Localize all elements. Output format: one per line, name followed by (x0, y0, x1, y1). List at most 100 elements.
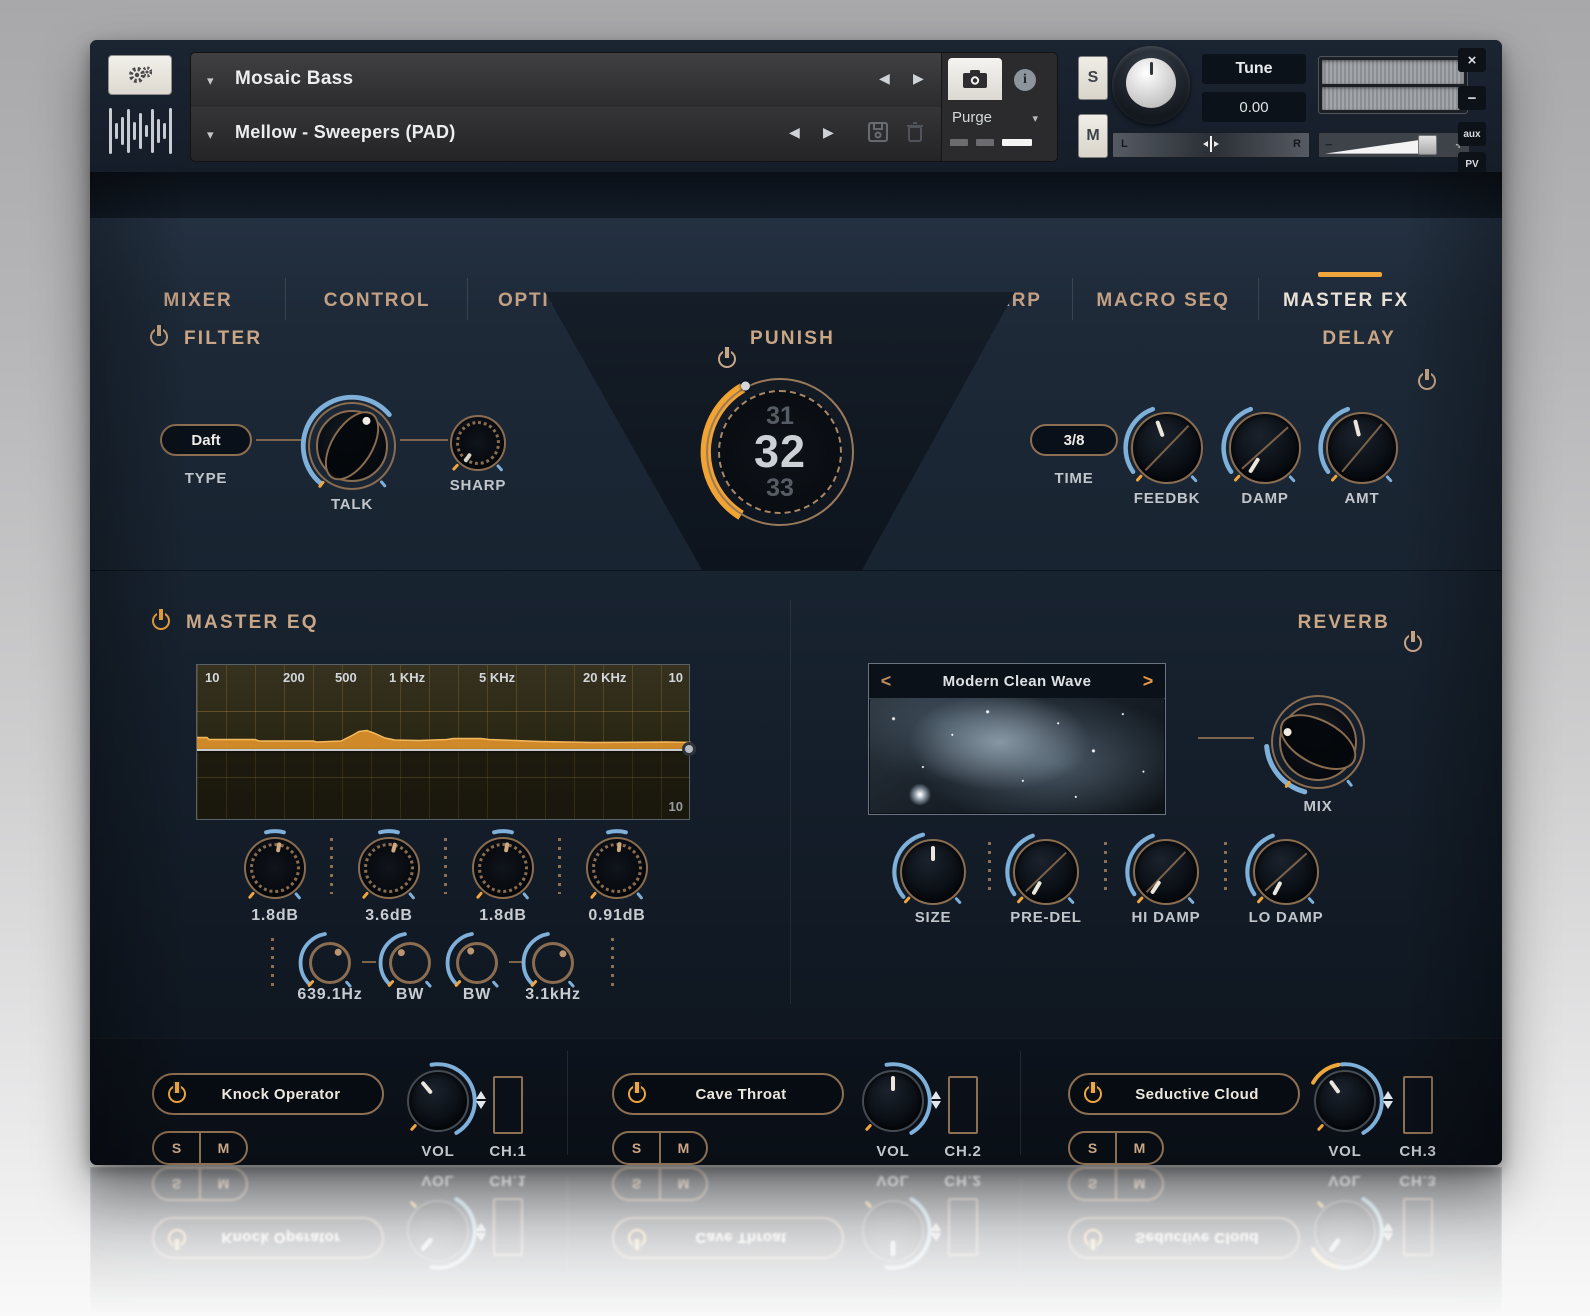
eq-graph[interactable]: 10 200 500 1 KHz 5 KHz 20 KHz 10 10 (196, 664, 696, 820)
channel3-enable-pill[interactable]: Seductive Cloud (1068, 1073, 1300, 1115)
pan-slider[interactable]: L R (1112, 132, 1310, 158)
reverb-mix-knob[interactable] (1263, 687, 1373, 797)
waveform-icon[interactable] (104, 102, 176, 160)
reverb-preset-box: < Modern Clean Wave > (868, 663, 1166, 815)
eq-gain1-knob[interactable] (236, 829, 314, 907)
eq-reverb-divider (790, 600, 791, 1004)
snapshot-camera-button[interactable] (948, 58, 1002, 100)
section-divider (90, 570, 1502, 571)
channel3-meter (1403, 1076, 1433, 1134)
delay-amt-knob[interactable] (1318, 404, 1406, 492)
channel3-mute-button[interactable]: M (1117, 1133, 1162, 1163)
eq-gain-handle[interactable] (682, 742, 696, 756)
channel3-name: Seductive Cloud (1135, 1085, 1259, 1103)
patch-prev-icon[interactable]: ◀ (789, 124, 800, 141)
volume-slider[interactable]: − + (1318, 132, 1470, 158)
channel2-mute-button[interactable]: M (661, 1133, 706, 1163)
eq-lower-shade (197, 751, 689, 819)
kontakt-header: ▾ Mosaic Bass ◀ ▶ ▾ Mellow - Sweepers (P… (90, 40, 1502, 176)
delay-damp-label: DAMP (1241, 490, 1289, 507)
options-gear-button[interactable] (108, 55, 172, 95)
volume-minus[interactable]: − (1325, 137, 1333, 152)
channel1-enable-pill[interactable]: Knock Operator (152, 1073, 384, 1115)
filter-type-selector[interactable]: Daft (160, 424, 252, 456)
bank-name[interactable]: Mosaic Bass (235, 68, 353, 90)
channel2-stepper[interactable] (931, 1089, 943, 1115)
pan-handle[interactable] (1203, 136, 1219, 152)
reverb-predelay-knob[interactable] (1005, 831, 1087, 913)
minimize-button[interactable]: − (1458, 86, 1486, 110)
eq-bw1-knob[interactable] (378, 931, 442, 995)
punish-knob[interactable]: 31 32 33 (700, 372, 860, 532)
eq-gain2-knob[interactable] (350, 829, 428, 907)
trash-icon[interactable] (905, 121, 925, 148)
channel2-solo-mute: SM (612, 1131, 708, 1165)
tune-value[interactable]: 0.00 (1202, 92, 1306, 122)
aux-button[interactable]: aux (1458, 122, 1486, 146)
reverb-power-button[interactable] (1402, 631, 1424, 654)
eq-gain3-knob[interactable] (464, 829, 542, 907)
dotted-separator (1104, 842, 1107, 896)
channel3-ch-label: CH.3 (1399, 1143, 1437, 1160)
reverb-hidamp-knob[interactable] (1125, 831, 1207, 913)
filter-talk-label: TALK (330, 496, 374, 513)
delay-feedback-knob[interactable] (1123, 404, 1211, 492)
delay-power-button[interactable] (1416, 369, 1438, 392)
preset-prev-button[interactable]: < (869, 671, 903, 692)
info-icon: i (1014, 69, 1036, 91)
channel3-solo-button[interactable]: S (1070, 1133, 1115, 1163)
channel2-volume-knob[interactable] (854, 1062, 932, 1140)
purge-menu[interactable]: Purge ▾ (952, 109, 1052, 126)
delay-time-selector[interactable]: 3/8 (1030, 424, 1118, 456)
info-button[interactable]: i (1008, 65, 1042, 95)
eq-bw2-knob[interactable] (445, 931, 509, 995)
dotted-separator (444, 838, 447, 894)
bank-next-icon[interactable]: ▶ (913, 70, 924, 87)
channel1-solo-button[interactable]: S (154, 1133, 199, 1163)
channel2-solo-button[interactable]: S (614, 1133, 659, 1163)
channel1-mute-button[interactable]: M (201, 1133, 246, 1163)
eq-gain4-knob[interactable] (578, 829, 656, 907)
filter-sharp-knob[interactable] (450, 415, 506, 472)
reverb-lodamp-knob[interactable] (1245, 831, 1327, 913)
bank-prev-icon[interactable]: ◀ (879, 70, 890, 87)
close-button[interactable]: × (1458, 48, 1486, 72)
volume-handle[interactable] (1418, 135, 1437, 155)
page-tabs: MIXER CONTROL OPTIONS ARP MACRO SEQ MAST… (90, 218, 1502, 320)
channel2-enable-pill[interactable]: Cave Throat (612, 1073, 844, 1115)
delay-damp-knob[interactable] (1221, 404, 1309, 492)
patch-row[interactable]: ▾ Mellow - Sweepers (PAD) ◀ ▶ (191, 107, 941, 161)
channel1-volume-knob[interactable] (399, 1062, 477, 1140)
punish-title: PUNISH (750, 328, 835, 349)
channel2-power-button[interactable] (626, 1082, 648, 1105)
filter-talk-knob[interactable] (300, 394, 404, 498)
solo-button[interactable]: S (1078, 56, 1108, 100)
patch-dropdown-icon[interactable]: ▾ (207, 127, 214, 143)
master-eq-power-button[interactable] (150, 609, 172, 632)
channel3-stepper[interactable] (1383, 1089, 1395, 1115)
channel3-power-button[interactable] (1082, 1082, 1104, 1105)
tune-knob[interactable] (1112, 46, 1190, 124)
reverb-size-knob[interactable] (892, 831, 974, 913)
pan-left-label: L (1121, 138, 1128, 150)
dotted-separator (1224, 842, 1227, 896)
bank-row[interactable]: ▾ Mosaic Bass ◀ ▶ (191, 53, 941, 108)
eq-freq2-knob[interactable] (521, 931, 585, 995)
reverb-predelay-label: PRE-DEL (1010, 909, 1082, 926)
filter-power-button[interactable] (148, 325, 170, 348)
save-icon[interactable] (867, 121, 889, 148)
patch-name[interactable]: Mellow - Sweepers (PAD) (235, 122, 456, 143)
camera-icon (963, 70, 987, 88)
eq-gain4-value: 0.91dB (588, 907, 646, 924)
reverb-preset-name[interactable]: Modern Clean Wave (903, 673, 1131, 690)
patch-next-icon[interactable]: ▶ (823, 124, 834, 141)
mute-button[interactable]: M (1078, 114, 1108, 158)
channel3-volume-knob[interactable] (1306, 1062, 1384, 1140)
connector-line (400, 439, 448, 441)
eq-freq1-knob[interactable] (298, 931, 362, 995)
channel1-stepper[interactable] (476, 1089, 488, 1115)
preset-next-button[interactable]: > (1131, 671, 1165, 692)
channel1-power-button[interactable] (166, 1082, 188, 1105)
bank-dropdown-icon[interactable]: ▾ (207, 73, 214, 89)
punish-power-button[interactable] (716, 347, 738, 370)
